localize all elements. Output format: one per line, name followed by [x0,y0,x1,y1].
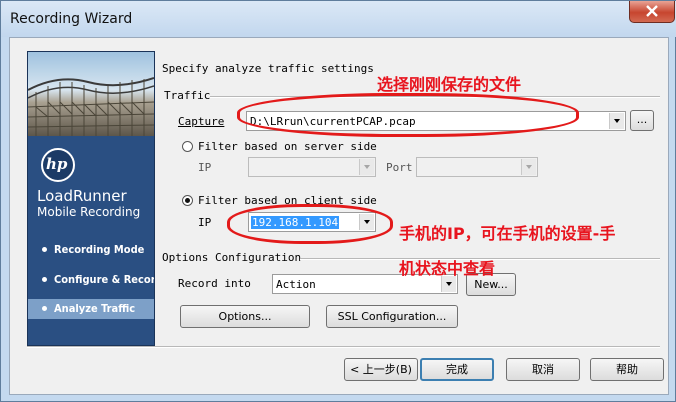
options-button[interactable]: Options... [180,305,310,328]
browse-button[interactable]: ... [630,110,654,131]
server-side-label[interactable]: Filter based on server side [198,140,377,153]
ip-highlight-oval [227,204,393,244]
window-title: Recording Wizard [10,11,133,27]
client-ip-label: IP [198,216,212,229]
chevron-down-icon[interactable] [521,159,536,175]
recording-wizard-window: Recording Wizard hp LoadRunner Mobile Re… [0,0,676,402]
port-label: Port [386,161,413,174]
help-button[interactable]: 帮助 [590,358,664,381]
ssl-configuration-button[interactable]: SSL Configuration... [326,305,458,328]
wizard-sidebar: hp LoadRunner Mobile Recording Recording… [27,51,155,346]
server-side-radio[interactable] [182,141,193,152]
server-ip-combo[interactable] [248,157,376,177]
brand-name: LoadRunner [37,187,127,205]
back-button[interactable]: < 上一步(B) [344,358,418,381]
hp-logo: hp [41,148,75,182]
step-analyze-traffic: Analyze Traffic [28,299,154,319]
title-bar[interactable]: Recording Wizard [1,1,676,37]
finish-button[interactable]: 完成 [420,358,494,381]
brand-subtitle: Mobile Recording [37,205,141,219]
capture-highlight-oval [237,93,579,137]
bullet-icon [42,306,47,311]
port-combo[interactable] [416,157,538,177]
traffic-group-label: Traffic [164,89,211,102]
record-into-label: Record into [178,277,251,290]
step-recording-mode: Recording Mode [28,240,154,260]
close-button[interactable] [629,1,675,23]
ip-annotation-line1: 手机的IP，可在手机的设置-手 [399,224,616,243]
chevron-down-icon[interactable] [609,113,624,129]
divider [27,346,660,348]
chevron-down-icon[interactable] [359,159,374,175]
capture-annotation: 选择刚刚保存的文件 [377,75,522,94]
ip-annotation-line2: 机状态中查看 [399,259,496,278]
options-group-label: Options Configuration [162,251,302,264]
bullet-icon [42,247,47,252]
record-into-value: Action [276,278,316,291]
capture-label: Capture [178,115,225,128]
server-ip-label: IP [198,161,212,174]
bullet-icon [42,277,47,282]
step-configure-record: Configure & Record [28,270,154,290]
page-heading: Specify analyze traffic settings [162,62,374,75]
close-icon [646,5,658,17]
cancel-button[interactable]: 取消 [506,358,580,381]
rollercoaster-image [28,52,154,136]
client-side-radio[interactable] [182,195,193,206]
